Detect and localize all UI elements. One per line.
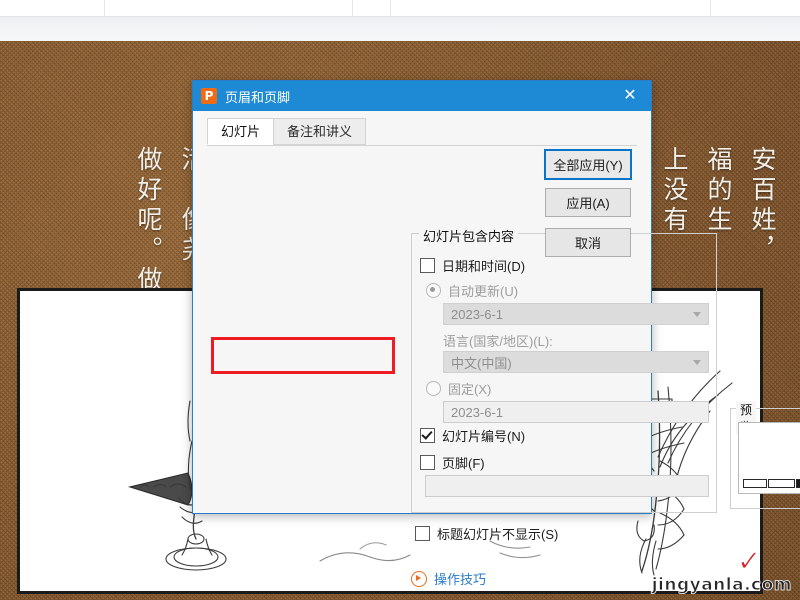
tab-notes-handouts[interactable]: 备注和讲义 — [273, 118, 367, 145]
auto-update-radio[interactable] — [426, 283, 441, 298]
site-watermark: 经验啦 ✓ jingyanla.com — [651, 546, 792, 595]
cancel-button[interactable]: 取消 — [545, 228, 631, 257]
slide-number-checkbox[interactable] — [420, 428, 435, 443]
preview-slide-thumbnail — [738, 422, 800, 494]
date-format-combo[interactable]: 2023-6-1 — [443, 303, 709, 325]
preview-placeholder-left — [743, 479, 767, 488]
operation-tips-row[interactable]: 操作技巧 — [411, 569, 486, 588]
dialog-tab-strip: 幻灯片 备注和讲义 — [207, 118, 637, 146]
auto-update-row[interactable]: 自动更新(U) — [426, 281, 518, 300]
hide-on-title-label: 标题幻灯片不显示(S) — [437, 527, 559, 542]
chevron-down-icon — [693, 359, 701, 365]
language-row: 语言(国家/地区)(L): — [443, 331, 553, 350]
toolbar-divider — [104, 0, 105, 16]
language-label: 语言(国家/地区)(L): — [443, 334, 553, 349]
footer-row[interactable]: 页脚(F) — [420, 453, 485, 472]
apply-button[interactable]: 应用(A) — [545, 188, 631, 217]
watermark-check-icon: ✓ — [736, 544, 762, 579]
date-time-row[interactable]: 日期和时间(D) — [420, 256, 525, 275]
play-circle-icon — [411, 570, 427, 587]
app-ribbon-strip — [0, 17, 800, 41]
fixed-date-radio[interactable] — [426, 381, 441, 396]
header-footer-dialog[interactable]: P 页眉和页脚 ✕ 幻灯片 备注和讲义 幻灯片包含内容 日期和时间(D) 自动更… — [192, 80, 800, 587]
fixed-date-label: 固定(X) — [448, 382, 492, 397]
slide-number-row[interactable]: 幻灯片编号(N) — [420, 426, 525, 445]
fixed-date-row[interactable]: 固定(X) — [426, 379, 491, 398]
preview-placeholder-center — [768, 479, 795, 488]
toolbar-divider — [390, 0, 391, 16]
auto-update-label: 自动更新(U) — [448, 284, 519, 299]
tab-slide[interactable]: 幻灯片 — [207, 118, 275, 145]
hide-on-title-checkbox[interactable] — [415, 526, 430, 541]
toolbar-divider — [352, 0, 353, 16]
fixed-date-textbox[interactable]: 2023-6-1 — [443, 401, 709, 423]
groupbox-legend: 幻灯片包含内容 — [419, 226, 519, 245]
language-value: 中文(中国) — [451, 355, 512, 371]
date-format-value: 2023-6-1 — [451, 306, 504, 322]
date-time-label: 日期和时间(D) — [442, 259, 526, 274]
footer-textbox[interactable] — [425, 475, 709, 497]
app-toolbar — [0, 0, 800, 17]
dialog-titlebar[interactable]: P 页眉和页脚 ✕ — [193, 81, 651, 111]
watermark-url: jingyanla.com — [651, 575, 792, 595]
chevron-down-icon — [693, 311, 701, 317]
close-icon[interactable]: ✕ — [609, 81, 651, 111]
preview-placeholder-slide-number — [796, 479, 800, 488]
footer-label: 页脚(F) — [442, 456, 485, 471]
slide-number-label: 幻灯片编号(N) — [442, 429, 526, 444]
date-time-checkbox[interactable] — [420, 258, 435, 273]
language-combo[interactable]: 中文(中国) — [443, 351, 709, 373]
footer-checkbox[interactable] — [420, 455, 435, 470]
hide-on-title-row[interactable]: 标题幻灯片不显示(S) — [415, 524, 558, 543]
dialog-title: 页眉和页脚 — [225, 89, 291, 105]
wps-presentation-logo-icon: P — [201, 88, 217, 104]
apply-all-button[interactable]: 全部应用(Y) — [544, 149, 632, 180]
toolbar-divider — [710, 0, 711, 16]
operation-tips-link[interactable]: 操作技巧 — [434, 569, 486, 588]
